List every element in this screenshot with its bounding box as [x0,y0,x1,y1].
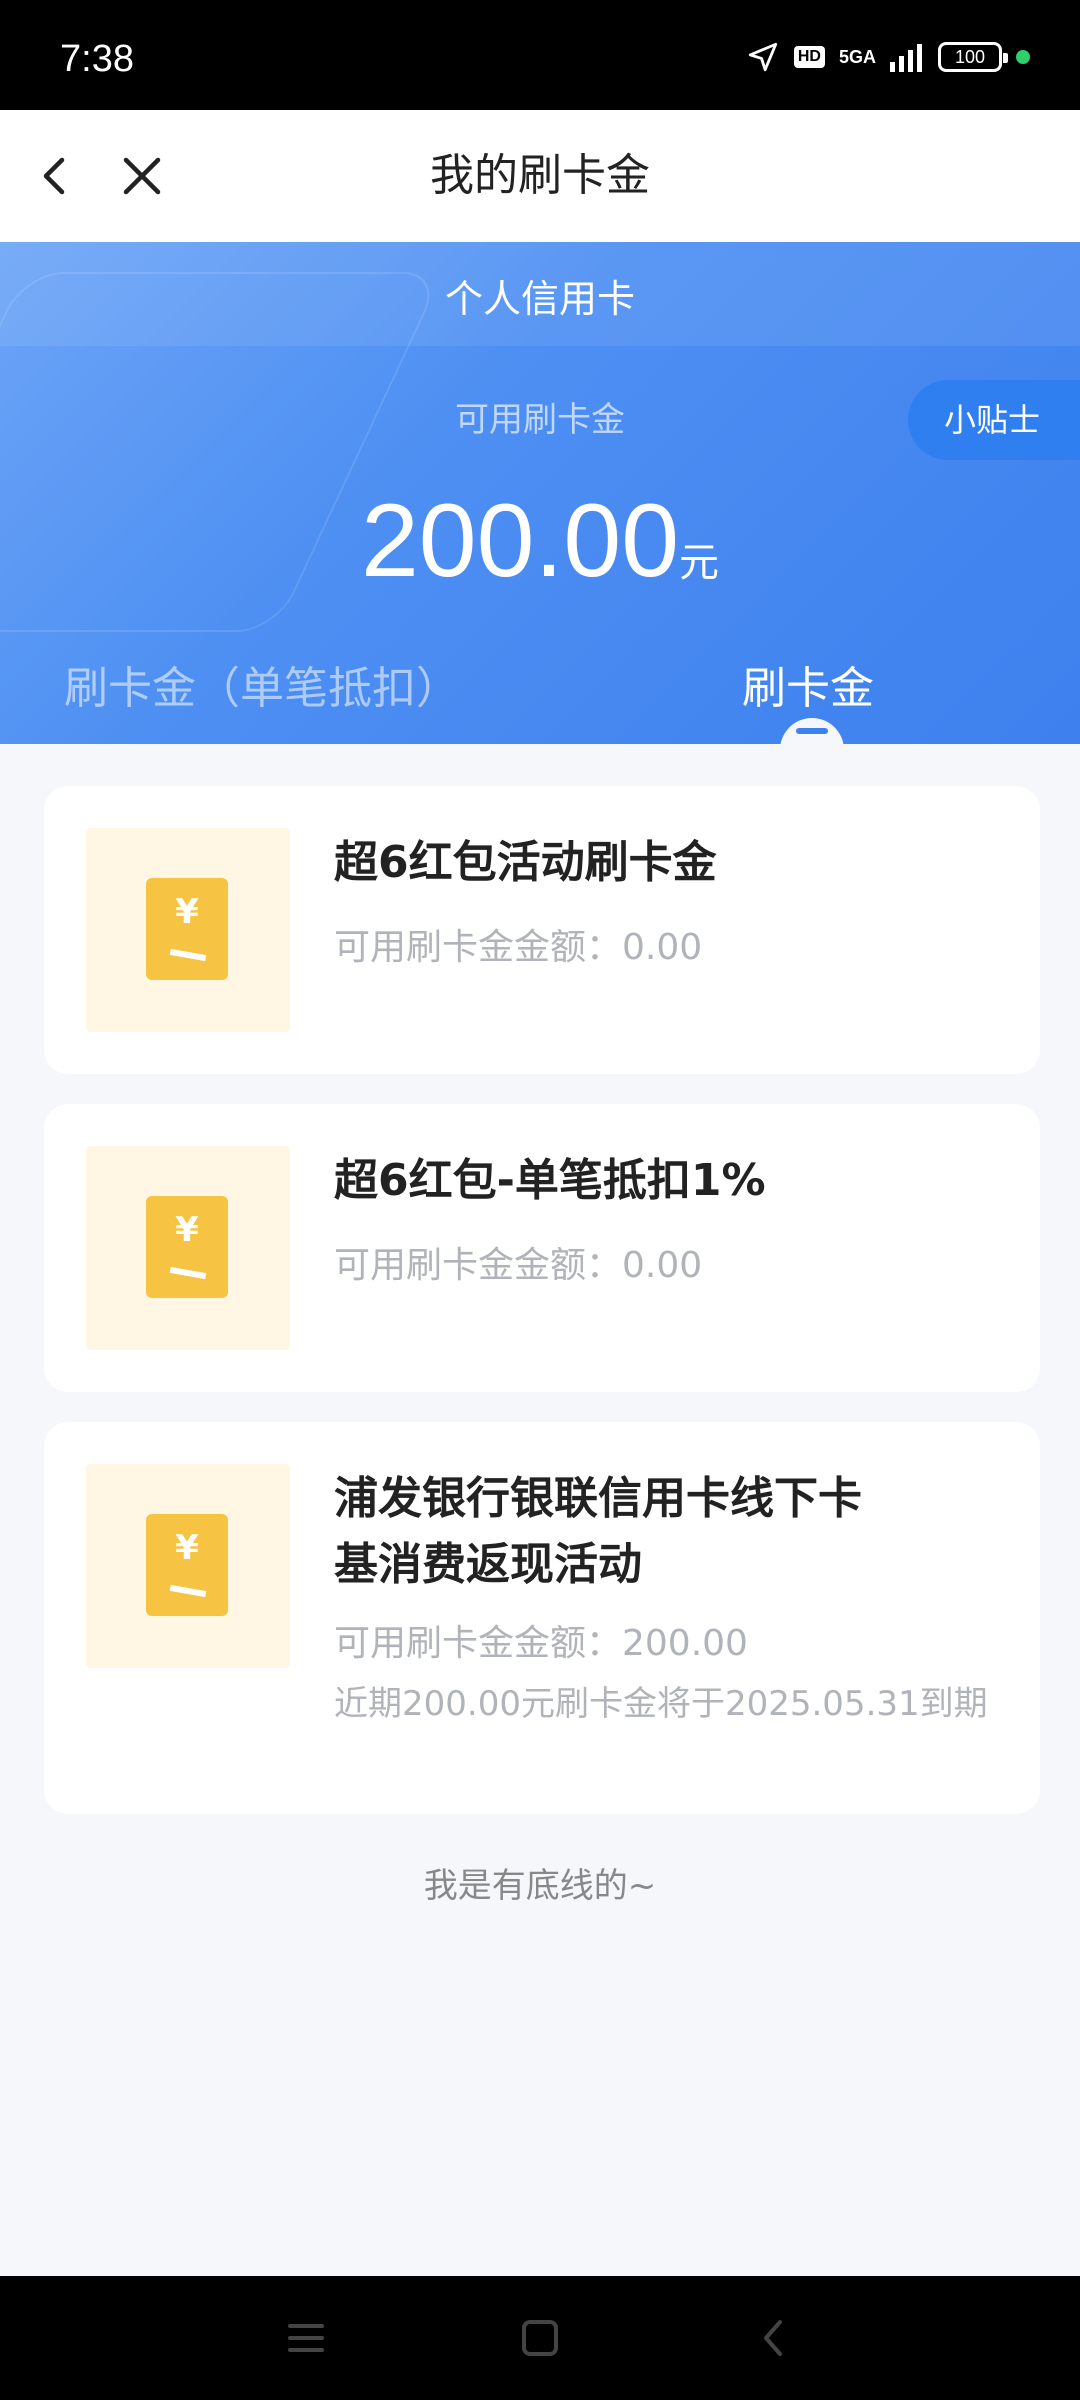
expiry-note: 近期200.00元刷卡金将于2025.05.31到期 [334,1684,988,1724]
tab-card-credit[interactable]: 刷卡金 [742,652,874,716]
item-available: 可用刷卡金金额：200.00 [334,1623,748,1664]
coupon-stroke [169,948,207,962]
item-title-line-2: 基消费返现活动 [334,1539,642,1590]
item-title-line-1: 浦发银行银联信用卡线下卡 [334,1473,862,1524]
home-square-icon [522,2320,558,2356]
tab-single-deduction[interactable]: 刷卡金（单笔抵扣） [64,652,460,716]
coin-thumbnail: ¥ [86,1146,290,1350]
nav-bar: 我的刷卡金 [0,110,1080,242]
item-title: 超6红包-单笔抵扣1% [334,1155,766,1206]
status-bar: 7:38 HD 5GA 100 [0,0,1080,110]
hd-badge: HD [793,46,825,68]
yen-symbol: ¥ [175,1210,199,1250]
signal-icon [890,44,922,72]
tips-button[interactable]: 小贴士 [908,380,1080,460]
coupon-stroke [169,1266,207,1280]
menu-icon [288,2324,324,2352]
battery-indicator: 100 [938,42,1008,72]
coin-thumbnail: ¥ [86,828,290,1032]
status-time: 7:38 [60,38,134,80]
location-arrow-icon [748,42,778,72]
list-end-text: 我是有底线的~ [423,1866,657,1906]
privacy-dot-icon [1016,50,1030,64]
item-available: 可用刷卡金金额：0.00 [334,1245,703,1286]
system-nav-bar [0,2276,1080,2400]
page-title: 我的刷卡金 [430,150,650,201]
available-amount: 200.00元 [0,482,1080,601]
amount-unit: 元 [679,540,720,586]
list-item[interactable]: ¥ 浦发银行银联信用卡线下卡 基消费返现活动 可用刷卡金金额：200.00 近期… [44,1422,1040,1814]
item-available: 可用刷卡金金额：0.00 [334,927,703,968]
menu-nav-button[interactable] [282,2314,330,2362]
yen-coupon-icon: ¥ [146,878,228,980]
yen-coupon-icon: ¥ [146,1514,228,1616]
back-triangle-icon [764,2320,782,2356]
coin-thumbnail: ¥ [86,1464,290,1668]
tab-active-indicator [780,718,844,744]
back-nav-button[interactable] [750,2314,798,2362]
status-icons: HD 5GA 100 [746,40,1030,74]
item-title: 超6红包活动刷卡金 [334,837,717,888]
list-item[interactable]: ¥ 超6红包活动刷卡金 可用刷卡金金额：0.00 [44,786,1040,1074]
list-item[interactable]: ¥ 超6红包-单笔抵扣1% 可用刷卡金金额：0.00 [44,1104,1040,1392]
credit-header: 个人信用卡 可用刷卡金 200.00元 小贴士 刷卡金（单笔抵扣） 刷卡金 [0,242,1080,744]
network-label: 5GA [838,47,876,67]
item-title: 浦发银行银联信用卡线下卡 基消费返现活动 [334,1466,974,1598]
card-type-label: 个人信用卡 [444,277,635,321]
yen-coupon-icon: ¥ [146,1196,228,1298]
home-nav-button[interactable] [516,2314,564,2362]
yen-symbol: ¥ [175,1528,199,1568]
amount-value: 200.00 [360,483,680,599]
coupon-stroke [169,1584,207,1598]
yen-symbol: ¥ [175,892,199,932]
